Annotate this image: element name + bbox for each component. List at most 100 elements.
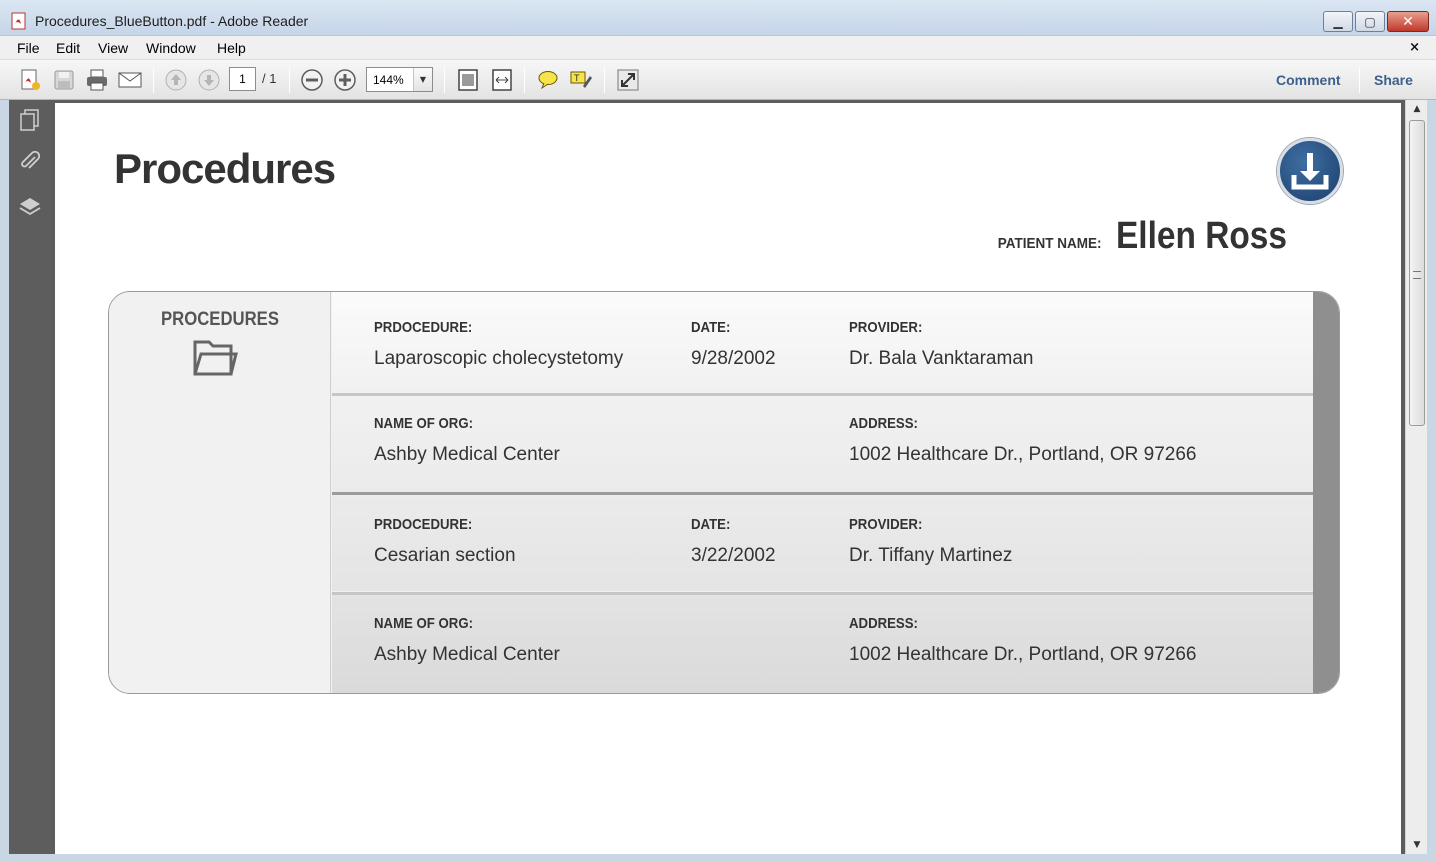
procedure-row: PRDOCEDURE: Cesarian section DATE: 3/22/… bbox=[332, 495, 1313, 591]
zoom-in-button[interactable] bbox=[332, 67, 358, 93]
svg-text:T: T bbox=[573, 74, 580, 84]
window-frame-right bbox=[1427, 100, 1436, 862]
comment-pane-button[interactable]: Comment bbox=[1276, 72, 1341, 88]
expand-icon bbox=[617, 69, 639, 91]
scrollbar-thumb[interactable] bbox=[1409, 120, 1425, 426]
org-label: NAME OF ORG: bbox=[374, 615, 473, 632]
org-value: Ashby Medical Center bbox=[374, 444, 560, 465]
procedure-label: PRDOCEDURE: bbox=[374, 319, 473, 336]
page-number-input[interactable]: 1 bbox=[229, 67, 256, 91]
print-icon bbox=[87, 69, 107, 91]
organization-row: NAME OF ORG: Ashby Medical Center ADDRES… bbox=[332, 396, 1313, 492]
highlight-text-button[interactable]: T bbox=[568, 67, 594, 93]
create-pdf-icon bbox=[21, 69, 40, 90]
document-view: Procedures PATIENT NAME: Ellen Ross PROC… bbox=[51, 100, 1405, 854]
arrow-down-icon bbox=[198, 69, 220, 91]
toolbar-separator bbox=[604, 68, 605, 93]
toolbar-separator bbox=[289, 68, 290, 93]
window-frame-bottom bbox=[0, 854, 1436, 862]
procedure-row: PRDOCEDURE: Laparoscopic cholecystetomy … bbox=[332, 292, 1313, 392]
download-icon bbox=[1291, 153, 1329, 190]
folder-icon bbox=[193, 340, 238, 376]
page-title: Procedures bbox=[114, 145, 336, 192]
attachments-icon[interactable] bbox=[18, 150, 42, 174]
zoom-select[interactable]: 144% ▼ bbox=[366, 67, 433, 92]
highlighter-icon: T bbox=[570, 71, 592, 88]
minimize-button[interactable]: ▁ bbox=[1323, 11, 1353, 32]
maximize-icon: ▢ bbox=[1364, 14, 1376, 29]
zoom-out-button[interactable] bbox=[299, 67, 325, 93]
minimize-icon: ▁ bbox=[1333, 14, 1343, 29]
menu-file[interactable]: File bbox=[17, 40, 40, 56]
scroll-down-icon[interactable]: ▼ bbox=[1406, 836, 1428, 854]
menu-view[interactable]: View bbox=[98, 40, 128, 56]
layers-icon[interactable] bbox=[18, 194, 42, 218]
menu-edit[interactable]: Edit bbox=[56, 40, 80, 56]
org-label: NAME OF ORG: bbox=[374, 415, 473, 432]
sticky-note-button[interactable] bbox=[535, 67, 561, 93]
patient-name-label: PATIENT NAME: bbox=[998, 235, 1102, 252]
save-icon bbox=[54, 70, 74, 90]
toolbar-separator bbox=[1359, 68, 1360, 93]
procedures-card-sidebar: PROCEDURES bbox=[109, 292, 331, 693]
minus-circle-icon bbox=[301, 69, 323, 91]
org-value: Ashby Medical Center bbox=[374, 644, 560, 665]
toolbar-separator bbox=[153, 68, 154, 93]
create-pdf-button[interactable] bbox=[17, 67, 43, 93]
provider-value: Dr. Tiffany Martinez bbox=[849, 545, 1013, 566]
save-button[interactable] bbox=[51, 67, 77, 93]
chevron-down-icon[interactable]: ▼ bbox=[413, 68, 432, 91]
toolbar-separator bbox=[524, 68, 525, 93]
zoom-value: 144% bbox=[373, 73, 404, 87]
full-screen-button[interactable] bbox=[615, 67, 641, 93]
email-button[interactable] bbox=[117, 67, 143, 93]
organization-row: NAME OF ORG: Ashby Medical Center ADDRES… bbox=[332, 595, 1313, 693]
fit-width-button[interactable] bbox=[489, 67, 515, 93]
date-label: DATE: bbox=[691, 516, 731, 533]
plus-circle-icon bbox=[334, 69, 356, 91]
grip-icon bbox=[1413, 271, 1421, 279]
previous-page-button[interactable] bbox=[163, 67, 189, 93]
print-button[interactable] bbox=[84, 67, 110, 93]
share-pane-button[interactable]: Share bbox=[1374, 72, 1413, 88]
procedures-list: PRDOCEDURE: Laparoscopic cholecystetomy … bbox=[332, 292, 1313, 693]
close-button[interactable]: ✕ bbox=[1387, 11, 1429, 32]
procedure-value: Cesarian section bbox=[374, 545, 516, 566]
menu-help[interactable]: Help bbox=[217, 40, 246, 56]
window-title: Procedures_BlueButton.pdf - Adobe Reader bbox=[35, 13, 309, 29]
provider-label: PROVIDER: bbox=[849, 319, 923, 336]
procedure-value: Laparoscopic cholecystetomy bbox=[374, 348, 624, 369]
procedures-card: PROCEDURES PRDOCEDURE: Laparoscopic chol… bbox=[108, 291, 1340, 694]
navigation-pane bbox=[9, 100, 51, 854]
comment-bubble-icon bbox=[538, 71, 558, 90]
close-document-icon[interactable]: × bbox=[1409, 40, 1420, 55]
pdf-file-icon bbox=[11, 12, 26, 30]
page-total: / 1 bbox=[262, 71, 277, 86]
procedure-label: PRDOCEDURE: bbox=[374, 516, 473, 533]
address-value: 1002 Healthcare Dr., Portland, OR 97266 bbox=[849, 644, 1197, 665]
patient-name: Ellen Ross bbox=[1115, 215, 1287, 257]
menu-window[interactable]: Window bbox=[146, 40, 196, 56]
next-page-button[interactable] bbox=[196, 67, 222, 93]
date-label: DATE: bbox=[691, 319, 731, 336]
vertical-scrollbar[interactable]: ▲ ▼ bbox=[1405, 100, 1427, 854]
section-title: PROCEDURES bbox=[160, 309, 279, 330]
address-value: 1002 Healthcare Dr., Portland, OR 97266 bbox=[849, 444, 1197, 465]
address-label: ADDRESS: bbox=[849, 415, 918, 432]
patient-name-block: PATIENT NAME: Ellen Ross bbox=[992, 215, 1310, 258]
date-value: 9/28/2002 bbox=[691, 348, 776, 369]
arrow-up-icon bbox=[165, 69, 187, 91]
download-button[interactable] bbox=[1277, 138, 1343, 204]
pdf-page: Procedures PATIENT NAME: Ellen Ross PROC… bbox=[55, 103, 1401, 854]
page-thumbnails-icon[interactable] bbox=[18, 108, 42, 132]
fit-page-icon bbox=[458, 69, 478, 91]
email-icon bbox=[118, 72, 142, 88]
title-bar: Procedures_BlueButton.pdf - Adobe Reader… bbox=[0, 0, 1436, 36]
maximize-button[interactable]: ▢ bbox=[1355, 11, 1385, 32]
card-right-rail bbox=[1313, 292, 1339, 693]
date-value: 3/22/2002 bbox=[691, 545, 776, 566]
scroll-up-icon[interactable]: ▲ bbox=[1406, 100, 1428, 118]
fit-page-button[interactable] bbox=[455, 67, 481, 93]
close-icon: ✕ bbox=[1402, 13, 1414, 30]
menu-bar: File Edit View Window Help × bbox=[0, 36, 1436, 60]
